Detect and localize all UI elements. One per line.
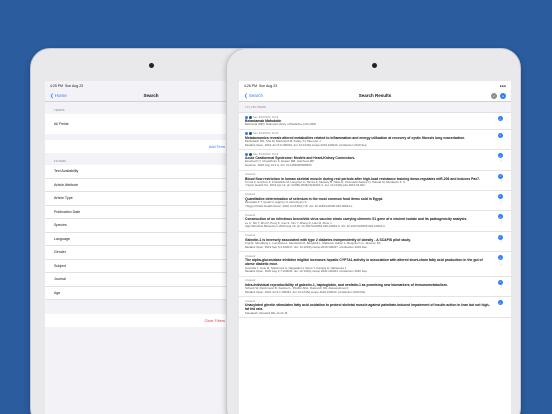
result-item[interactable]: Unsaved Construction of an infectious br…	[239, 211, 511, 232]
result-meta-text: Unsaved	[245, 234, 256, 238]
result-meta-text: Sav, 8/23/2020, 16:19	[253, 132, 279, 136]
checkmark-icon[interactable]: ✓	[498, 255, 503, 261]
chevron-right-icon: ›	[500, 262, 502, 269]
status-bar: 4:26 PM Sun Aug 23 ●●●	[239, 81, 511, 90]
chevron-right-icon: ›	[500, 198, 502, 205]
chevron-right-icon: ›	[500, 284, 502, 291]
result-source: J Sport Health Sci. 2019 Apr 12. pii: S2…	[245, 183, 366, 188]
result-item[interactable]: Unsaved The alpha-glucosidase inhibitor …	[239, 252, 511, 277]
filter-label: Age	[54, 290, 61, 295]
chevron-right-icon: ›	[500, 239, 502, 246]
result-authors: Kamalesh, Rossard DE, Amrin M	[245, 310, 288, 315]
select-all-icon[interactable]: ✓	[491, 92, 497, 99]
status-icons: ●●●	[499, 83, 506, 88]
status-date: Sun Aug 23	[259, 83, 278, 88]
chevron-right-icon: ›	[500, 178, 502, 185]
status-time: 4:25 PM	[50, 83, 64, 88]
camera	[149, 63, 154, 68]
add-term-label: Add Term	[208, 144, 225, 149]
result-item[interactable]: Unsaved Intra-individual reproducibility…	[239, 276, 511, 298]
results-screen: 4:26 PM Sun Aug 23 ●●● ❮ Search Search R…	[239, 81, 511, 414]
result-source: Metabol Open. 2019 Jun 8;3:100010. doi: …	[245, 142, 368, 147]
result-item[interactable]: Unsaved Unacylated ghrelin stimulates fa…	[239, 297, 511, 319]
filter-label: Publication Date	[54, 209, 81, 214]
result-item[interactable]: Unsaved Galectin-1 is inversely associat…	[239, 231, 511, 253]
result-item[interactable]: Sav, 8/23/2020, 16:19 Metabonomics revea…	[239, 129, 511, 151]
result-source: Metabol Open. 2019 Sep 6;4:100017. doi: …	[245, 244, 368, 249]
result-source: Nephron. 2020 Aug 19:1-6. doi: 10.1159/0…	[245, 162, 313, 167]
back-button[interactable]: ❮ Search	[244, 93, 263, 99]
filter-label: Language	[54, 236, 70, 241]
search-field-label: All Fields	[54, 122, 69, 126]
result-source: J Egypt Public Health Assoc. 2020 Jul 8;…	[245, 203, 354, 208]
filter-label: Article Type	[54, 196, 73, 201]
filter-label: Text Availability	[54, 169, 79, 174]
ipad-frame-right: 4:26 PM Sun Aug 23 ●●● ❮ Search Search R…	[226, 48, 521, 414]
result-meta-text: Unsaved	[245, 279, 256, 283]
back-label: Home	[54, 93, 67, 98]
chevron-left-icon: ❮	[50, 92, 54, 98]
result-meta-text: Unsaved	[245, 173, 256, 177]
checkmark-icon[interactable]: ✓	[498, 132, 503, 138]
filter-label: Gender	[54, 250, 66, 255]
back-button[interactable]: ❮ Home	[50, 93, 67, 99]
result-source: Metabol Open. 2020 Aug 2;7:100044. doi: …	[245, 269, 368, 274]
result-source: Metabol Open. 2020 Jul 9;7:100043. doi: …	[245, 289, 367, 294]
chevron-right-icon: ›	[500, 219, 502, 226]
checkmark-icon[interactable]: ✓	[498, 300, 503, 306]
filter-label: Subject	[54, 263, 66, 268]
search-icon[interactable]: ●	[500, 92, 506, 99]
result-item[interactable]: Unsaved Quantitative determination of se…	[239, 190, 511, 212]
back-label: Search	[248, 93, 264, 98]
result-item[interactable]: Sav, 8/23/2020, 16:19 Belantamab Mafodot…	[239, 113, 511, 130]
status-time: 4:26 PM	[244, 83, 258, 88]
chevron-left-icon: ❮	[244, 92, 248, 98]
navbar: ❮ Search Search Results ✓ ●	[239, 90, 511, 102]
results-list: Sav, 8/23/2020, 16:19 Belantamab Mafodot…	[239, 113, 511, 319]
camera	[372, 63, 377, 68]
result-item[interactable]: Sav, 8/23/2020, 16:19 Acute Cardiorenal …	[239, 150, 511, 171]
result-source: Bethesda (MD): National Library of Medic…	[245, 122, 316, 127]
status-date: Sun Aug 23	[65, 83, 84, 88]
filter-label: Article Attribute	[54, 182, 79, 187]
filter-label: Journal	[54, 277, 66, 282]
nav-actions: ✓ ●	[491, 92, 506, 99]
result-source: Appl Microbiol Biotechnol. 2020 Aug 19. …	[245, 224, 386, 229]
page-title: Search Results	[358, 93, 392, 98]
filter-label: Species	[54, 223, 67, 228]
checkmark-icon[interactable]: ✓	[498, 116, 503, 121]
chevron-right-icon: ›	[500, 158, 502, 165]
clear-filters-label: Clear Filters	[204, 318, 225, 323]
results-count: 171,746 ITEMS	[239, 102, 511, 113]
result-item[interactable]: Unsaved Blood flow restriction in human …	[239, 170, 511, 191]
